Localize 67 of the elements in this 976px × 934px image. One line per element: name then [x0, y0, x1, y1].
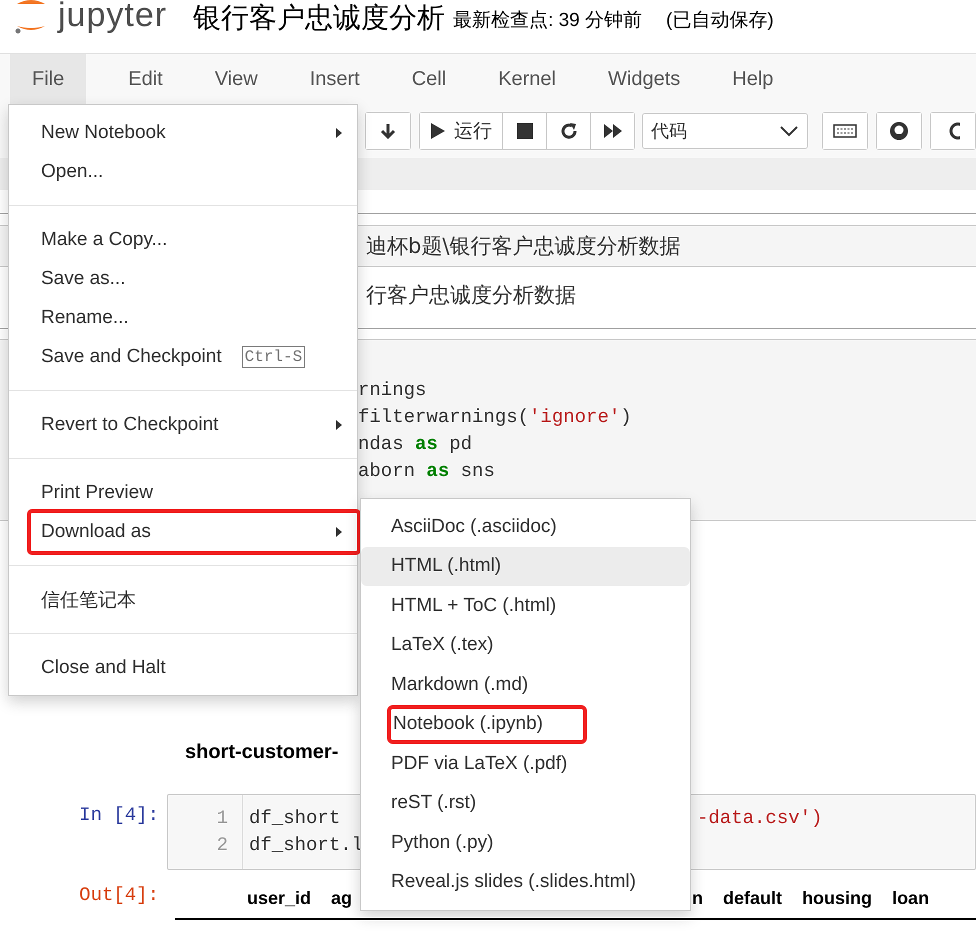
- path-text: 行客户忠诚度分析数据: [366, 283, 576, 307]
- code-line: aborn as sns: [358, 459, 496, 484]
- menu-entry[interactable]: HTML + ToC (.html): [361, 586, 690, 626]
- chevron-down-icon: [779, 125, 799, 137]
- play-icon: [430, 122, 446, 140]
- menu-entry[interactable]: AsciiDoc (.asciidoc): [361, 507, 690, 546]
- menu-item[interactable]: Widgets: [586, 54, 702, 104]
- fast-forward-button[interactable]: [590, 113, 634, 149]
- code-line: -data.csv'): [697, 806, 822, 831]
- menu-item[interactable]: Insert: [288, 54, 382, 104]
- checkpoint-status: 最新检查点: 39 分钟前: [453, 8, 642, 32]
- code-line: filterwarnings('ignore'): [358, 405, 633, 430]
- menu-entry[interactable]: Print Preview: [9, 473, 357, 512]
- notebook-title[interactable]: 银行客户忠诚度分析: [193, 0, 446, 36]
- move-down-button[interactable]: [366, 113, 410, 149]
- menu-item[interactable]: Kernel: [476, 54, 578, 104]
- menu-entry[interactable]: Markdown (.md): [361, 665, 690, 704]
- keyboard-icon: [833, 124, 857, 138]
- menu-item[interactable]: Cell: [390, 54, 468, 104]
- code-line: ndas as pd: [358, 432, 474, 457]
- path-text: 迪杯b题\银行客户忠诚度分析数据: [366, 233, 680, 260]
- menu-entry[interactable]: Close and Halt: [9, 648, 357, 687]
- cell-type-select[interactable]: 代码: [642, 113, 808, 149]
- menu-item[interactable]: View: [192, 54, 280, 104]
- menu-entry[interactable]: Rename...: [9, 298, 357, 337]
- output-prompt: Out[4]:: [78, 883, 160, 908]
- menu-entry[interactable]: Open...: [9, 152, 357, 191]
- line-number: 2: [216, 833, 229, 858]
- column-header: default: [723, 888, 782, 908]
- fast-forward-icon: [602, 123, 622, 139]
- menu-entry[interactable]: 信任笔记本: [9, 580, 357, 619]
- code-line: df_short.l: [249, 834, 364, 856]
- column-header: n: [692, 888, 704, 908]
- shortcut-hint: Ctrl-S: [242, 346, 306, 368]
- menu-entry[interactable]: Make a Copy...: [9, 220, 357, 259]
- menu-entry[interactable]: PDF via LaTeX (.pdf): [361, 744, 690, 784]
- logo-text: jupyter: [58, 0, 168, 35]
- column-header: loan: [892, 888, 930, 908]
- keyboard-button[interactable]: [823, 113, 867, 149]
- column-header: user_id: [247, 888, 312, 908]
- menu-entry[interactable]: New Notebook: [9, 113, 357, 152]
- line-number: 1: [216, 806, 229, 831]
- menu-item[interactable]: Edit: [106, 54, 185, 104]
- code-line: df_short: [249, 807, 340, 829]
- column-header: ag: [331, 888, 352, 908]
- autosave-status: (已自动保存): [666, 8, 774, 32]
- github-button[interactable]: [877, 113, 921, 149]
- stop-icon: [516, 123, 532, 139]
- menu-entry[interactable]: HTML (.html): [361, 546, 690, 586]
- menu-entry[interactable]: Download as: [27, 509, 361, 555]
- menu-item[interactable]: Help: [710, 54, 796, 104]
- menu-entry[interactable]: Reveal.js slides (.slides.html): [361, 862, 690, 902]
- menu-entry[interactable]: Save and Checkpoint Ctrl-S: [9, 337, 357, 376]
- menu-entry[interactable]: Python (.py): [361, 823, 690, 862]
- menu-entry[interactable]: Revert to Checkpoint: [9, 405, 357, 444]
- menu-entry[interactable]: reST (.rst): [361, 784, 690, 823]
- input-prompt: In [4]:: [78, 803, 160, 828]
- restart-icon: [560, 122, 578, 140]
- section-heading: short-customer-: [185, 741, 338, 763]
- menu-entry[interactable]: Notebook (.ipynb): [387, 704, 587, 744]
- menu-item[interactable]: File: [10, 54, 86, 104]
- menu-entry[interactable]: Save as...: [9, 259, 357, 298]
- code-line: rnings: [358, 378, 428, 403]
- menu-entry[interactable]: LaTeX (.tex): [361, 626, 690, 665]
- column-header: housing: [802, 888, 872, 908]
- arrow-down-icon: [379, 122, 397, 140]
- toolbar-button[interactable]: [931, 113, 975, 149]
